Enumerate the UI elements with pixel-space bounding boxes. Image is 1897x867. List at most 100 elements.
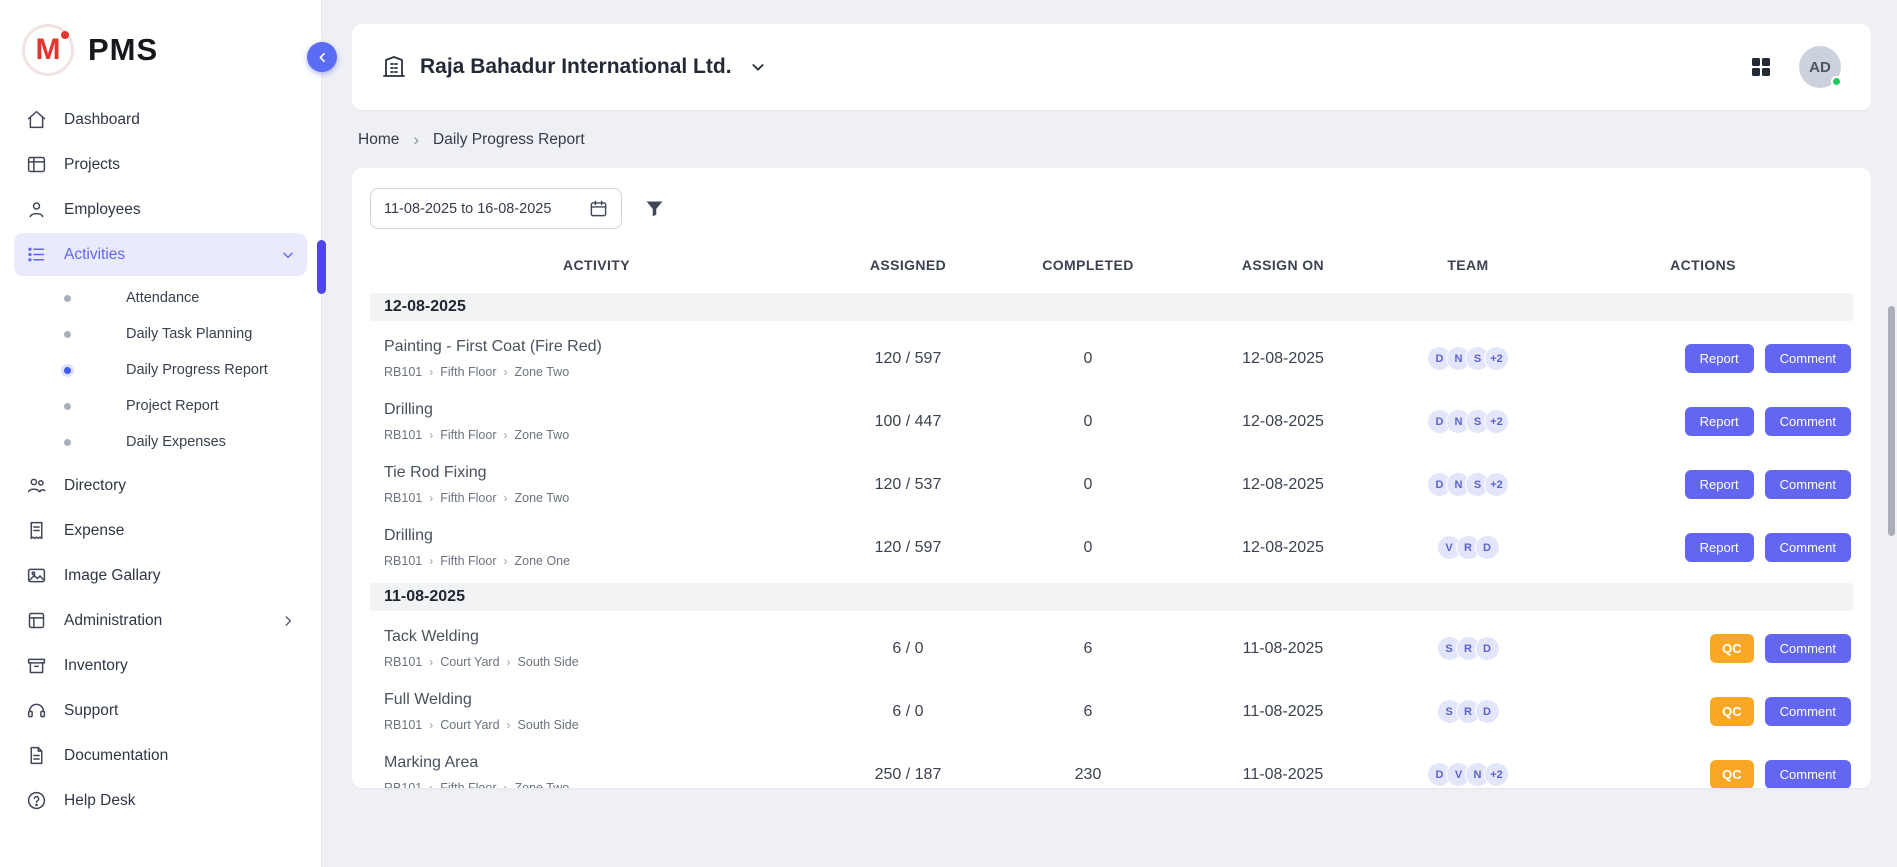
comment-button[interactable]: Comment	[1765, 407, 1851, 436]
apps-grid-icon[interactable]	[1749, 55, 1773, 79]
comment-button[interactable]: Comment	[1765, 344, 1851, 373]
team-cell: SRD	[1383, 699, 1553, 724]
chevron-right-icon: ›	[504, 491, 508, 505]
comment-button[interactable]: Comment	[1765, 697, 1851, 726]
activity-name: Tack Welding	[384, 628, 823, 646]
team-cell: SRD	[1383, 636, 1553, 661]
sidebar-item-label: Employees	[64, 201, 141, 219]
comment-button[interactable]: Comment	[1765, 533, 1851, 562]
report-button[interactable]: Report	[1685, 344, 1754, 373]
activity-location-path: RB101›Fifth Floor›Zone Two	[384, 491, 823, 505]
filter-icon[interactable]	[644, 198, 665, 219]
qc-button[interactable]: QC	[1710, 760, 1754, 788]
assign-on-date: 12-08-2025	[1183, 413, 1383, 431]
sidebar-item-employees[interactable]: Employees	[14, 188, 307, 231]
avatar-initials: AD	[1809, 59, 1831, 76]
scrollbar-thumb[interactable]	[1888, 306, 1895, 536]
sidebar-item-administration[interactable]: Administration	[14, 599, 307, 642]
sidebar-subitem-project-report[interactable]: Project Report	[14, 388, 307, 424]
path-segment: South Side	[518, 655, 579, 669]
path-segment: RB101	[384, 428, 422, 442]
activity-name: Painting - First Coat (Fire Red)	[384, 338, 823, 356]
team-cell: DNS+2	[1383, 472, 1553, 497]
chevron-right-icon: ›	[429, 781, 433, 788]
report-button[interactable]: Report	[1685, 407, 1754, 436]
report-button[interactable]: Report	[1685, 533, 1754, 562]
app-logo[interactable]: M PMS	[0, 0, 321, 94]
activity-cell: DrillingRB101›Fifth Floor›Zone Two	[370, 401, 823, 442]
sidebar-item-activities[interactable]: Activities	[14, 233, 307, 276]
bullet-icon	[64, 439, 71, 446]
documentation-icon	[26, 745, 47, 766]
sidebar-subitem-label: Attendance	[126, 290, 199, 306]
sidebar-item-image-gallary[interactable]: Image Gallary	[14, 554, 307, 597]
sidebar-collapse-button[interactable]	[307, 42, 337, 72]
sidebar-item-label: Help Desk	[64, 792, 136, 810]
sidebar-item-dashboard[interactable]: Dashboard	[14, 98, 307, 141]
team-overflow-badge[interactable]: +2	[1484, 762, 1509, 787]
sidebar-subitem-daily-task-planning[interactable]: Daily Task Planning	[14, 316, 307, 352]
completed-value: 230	[993, 766, 1183, 784]
team-overflow-badge[interactable]: +2	[1484, 409, 1509, 434]
team-overflow-badge[interactable]: +2	[1484, 472, 1509, 497]
path-segment: Fifth Floor	[440, 365, 496, 379]
path-segment: Zone Two	[515, 428, 570, 442]
activity-cell: Painting - First Coat (Fire Red)RB101›Fi…	[370, 338, 823, 379]
comment-button[interactable]: Comment	[1765, 470, 1851, 499]
activity-location-path: RB101›Court Yard›South Side	[384, 718, 823, 732]
comment-button[interactable]: Comment	[1765, 760, 1851, 788]
online-status-dot	[1831, 76, 1842, 87]
chevron-right-icon: ›	[507, 655, 511, 669]
sidebar-item-label: Expense	[64, 522, 124, 540]
employee-icon	[26, 199, 47, 220]
table-row: DrillingRB101›Fifth Floor›Zone One120 / …	[370, 516, 1853, 579]
sidebar-item-documentation[interactable]: Documentation	[14, 734, 307, 777]
sidebar-item-projects[interactable]: Projects	[14, 143, 307, 186]
assign-on-date: 11-08-2025	[1183, 640, 1383, 658]
comment-button[interactable]: Comment	[1765, 634, 1851, 663]
company-selector[interactable]: Raja Bahadur International Ltd.	[382, 55, 766, 79]
top-header: Raja Bahadur International Ltd. AD	[352, 24, 1871, 110]
calendar-icon	[589, 199, 608, 218]
team-avatar[interactable]: D	[1475, 535, 1500, 560]
assigned-value: 250 / 187	[823, 766, 993, 784]
sidebar: M PMS DashboardProjects Employees Activiti…	[0, 0, 322, 867]
actions-cell: Report Comment	[1553, 533, 1853, 562]
completed-value: 0	[993, 413, 1183, 431]
chevron-left-icon	[316, 51, 329, 64]
sidebar-subitem-daily-progress-report[interactable]: Daily Progress Report	[14, 352, 307, 388]
team-avatar[interactable]: D	[1475, 636, 1500, 661]
team-cell: DVN+2	[1383, 762, 1553, 787]
user-avatar[interactable]: AD	[1799, 46, 1841, 88]
sidebar-item-inventory[interactable]: Inventory	[14, 644, 307, 687]
sidebar-item-expense[interactable]: Expense	[14, 509, 307, 552]
table-row: Marking AreaRB101›Fifth Floor›Zone Two25…	[370, 743, 1853, 788]
team-avatar[interactable]: D	[1475, 699, 1500, 724]
logo-icon: M	[22, 24, 74, 76]
date-range-input[interactable]	[384, 201, 569, 217]
path-segment: RB101	[384, 491, 422, 505]
activity-name: Tie Rod Fixing	[384, 464, 823, 482]
team-cell: DNS+2	[1383, 409, 1553, 434]
assigned-value: 100 / 447	[823, 413, 993, 431]
sidebar-subitem-daily-expenses[interactable]: Daily Expenses	[14, 424, 307, 460]
breadcrumb-home[interactable]: Home	[358, 131, 399, 149]
sidebar-item-directory[interactable]: Directory	[14, 464, 307, 507]
assigned-value: 6 / 0	[823, 703, 993, 721]
report-button[interactable]: Report	[1685, 470, 1754, 499]
table-row: Painting - First Coat (Fire Red)RB101›Fi…	[370, 327, 1853, 390]
team-overflow-badge[interactable]: +2	[1484, 346, 1509, 371]
sidebar-subitem-attendance[interactable]: Attendance	[14, 280, 307, 316]
qc-button[interactable]: QC	[1710, 697, 1754, 726]
table-row: DrillingRB101›Fifth Floor›Zone Two100 / …	[370, 390, 1853, 453]
sidebar-item-support[interactable]: Support	[14, 689, 307, 732]
activity-cell: Tie Rod FixingRB101›Fifth Floor›Zone Two	[370, 464, 823, 505]
sidebar-item-help-desk[interactable]: Help Desk	[14, 779, 307, 822]
date-range-picker[interactable]	[370, 188, 622, 229]
chevron-down-icon	[750, 59, 766, 75]
actions-cell: QC Comment	[1553, 760, 1853, 788]
actions-cell: Report Comment	[1553, 344, 1853, 373]
activity-location-path: RB101›Fifth Floor›Zone One	[384, 554, 823, 568]
qc-button[interactable]: QC	[1710, 634, 1754, 663]
breadcrumb: Home › Daily Progress Report	[352, 110, 1871, 168]
